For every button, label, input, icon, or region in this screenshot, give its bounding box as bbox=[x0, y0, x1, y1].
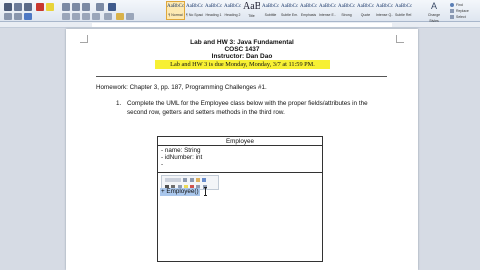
styles-gallery: AaBbCcDc ¶ Normal AaBbCcDc ¶ No Spaci...… bbox=[166, 1, 420, 20]
style-sample: AaBbCc bbox=[205, 4, 222, 9]
underline-icon[interactable] bbox=[24, 3, 32, 11]
style-sample: AaBbCcDc bbox=[319, 4, 336, 9]
shading-icon[interactable] bbox=[116, 13, 124, 20]
replace-icon bbox=[450, 9, 454, 13]
style-sample: AaBbCcDc bbox=[281, 4, 298, 9]
uml-field-id: - idNumber: int bbox=[161, 154, 203, 161]
style-name: Intense Q... bbox=[376, 13, 393, 17]
numbering-icon[interactable] bbox=[72, 3, 80, 11]
doc-title: Lab and HW 3: Java Fundamental bbox=[190, 39, 294, 46]
indent-icon[interactable] bbox=[82, 3, 90, 11]
find-icon bbox=[450, 3, 454, 7]
style-name: Subtle Ref... bbox=[395, 13, 412, 17]
find-label: Find bbox=[456, 3, 463, 7]
borders-icon[interactable] bbox=[126, 13, 134, 20]
uml-table[interactable]: Employee - name: String - idNumber: int … bbox=[157, 136, 323, 262]
list-item-text: Complete the UML for the Employee class … bbox=[127, 100, 368, 116]
style-sample: AaBbCc bbox=[224, 4, 241, 9]
style-title[interactable]: AaB Title bbox=[242, 1, 261, 20]
style-sample: AaBbCcDc bbox=[376, 4, 393, 9]
style-heading-1[interactable]: AaBbCc Heading 1 bbox=[204, 1, 223, 20]
horizontal-ruler[interactable] bbox=[0, 22, 480, 28]
style-subtle-emphasis[interactable]: AaBbCcDc Subtle Em... bbox=[280, 1, 299, 20]
format-painter-icon[interactable] bbox=[195, 177, 200, 182]
style-name: ¶ Normal bbox=[168, 13, 183, 17]
homework-line: Homework: Chapter 3, pp. 187, Programmin… bbox=[96, 84, 267, 91]
style-sample: AaBbCcDc bbox=[338, 4, 355, 9]
ribbon: AaBbCcDc ¶ Normal AaBbCcDc ¶ No Spaci...… bbox=[0, 0, 480, 23]
style-sample: AaBbCcDc bbox=[300, 4, 317, 9]
style-sample: AaBbCcDc bbox=[357, 4, 374, 9]
uml-class-name[interactable]: Employee bbox=[158, 137, 322, 146]
sort-icon[interactable] bbox=[96, 3, 104, 11]
style-name: Emphasis bbox=[300, 13, 317, 17]
doc-course: COSC 1437 bbox=[224, 46, 260, 53]
selected-method-text[interactable]: + Employee() bbox=[160, 188, 200, 196]
style-name: ¶ No Spaci... bbox=[186, 13, 203, 17]
style-sample: AaBbCcDc bbox=[395, 4, 412, 9]
style-name: Title bbox=[248, 14, 255, 18]
grow-font-icon[interactable] bbox=[183, 177, 188, 182]
style-heading-2[interactable]: AaBbCc Heading 2 bbox=[223, 1, 242, 20]
select-button[interactable]: Select bbox=[450, 14, 476, 20]
change-styles-button[interactable]: A Change Styles bbox=[424, 1, 444, 23]
style-sample: AaBbCc. bbox=[262, 4, 279, 9]
uml-field-empty: - bbox=[161, 161, 164, 168]
select-icon bbox=[450, 15, 454, 19]
replace-label: Replace bbox=[456, 9, 469, 13]
style-sample: AaB bbox=[243, 2, 260, 12]
due-date-highlight: Lab and HW 3 is due Monday, Monday, 3/7 … bbox=[155, 60, 330, 69]
style-name: Subtitle bbox=[264, 13, 277, 17]
change-styles-icon: A bbox=[430, 1, 437, 11]
font-size-icon[interactable] bbox=[165, 177, 181, 182]
font-color-icon[interactable] bbox=[36, 3, 44, 11]
style-sample: AaBbCcDc bbox=[167, 4, 184, 9]
uml-fields-cell[interactable]: - name: String - idNumber: int - bbox=[158, 146, 322, 173]
italic-icon[interactable] bbox=[14, 3, 22, 11]
text-cursor-icon bbox=[204, 187, 207, 196]
style-name: Intense E... bbox=[319, 13, 336, 17]
styles-icon[interactable] bbox=[202, 177, 207, 182]
style-quote[interactable]: AaBbCcDc Quote bbox=[356, 1, 375, 20]
style-strong[interactable]: AaBbCcDc Strong bbox=[337, 1, 356, 20]
style-sample: AaBbCcDc bbox=[186, 4, 203, 9]
style-emphasis[interactable]: AaBbCcDc Emphasis bbox=[299, 1, 318, 20]
align-right-icon[interactable] bbox=[82, 13, 90, 20]
superscript-icon[interactable] bbox=[14, 13, 22, 20]
ruler-text-area bbox=[92, 23, 392, 27]
shrink-font-icon[interactable] bbox=[189, 177, 194, 182]
uml-methods-cell[interactable]: + Employee() bbox=[158, 173, 322, 261]
bold-icon[interactable] bbox=[4, 3, 12, 11]
document-page[interactable]: Lab and HW 3: Java Fundamental COSC 1437… bbox=[66, 29, 418, 270]
style-intense-emphasis[interactable]: AaBbCcDc Intense E... bbox=[318, 1, 337, 20]
doc-instructor: Instructor: Dan Dao bbox=[211, 53, 273, 60]
list-item-number: 1. bbox=[116, 100, 122, 107]
select-label: Select bbox=[456, 15, 466, 19]
text-effects-icon[interactable] bbox=[24, 13, 32, 20]
horizontal-rule bbox=[96, 76, 387, 77]
align-center-icon[interactable] bbox=[72, 13, 80, 20]
style-normal[interactable]: AaBbCcDc ¶ Normal bbox=[166, 1, 185, 20]
font-paragraph-tools bbox=[2, 1, 162, 20]
align-left-icon[interactable] bbox=[62, 13, 70, 20]
editing-group: Find Replace Select bbox=[450, 2, 476, 20]
line-spacing-icon[interactable] bbox=[104, 13, 112, 20]
style-name: Subtle Em... bbox=[281, 13, 298, 17]
style-name: Heading 2 bbox=[224, 13, 241, 17]
style-subtitle[interactable]: AaBbCc. Subtitle bbox=[261, 1, 280, 20]
style-name: Strong bbox=[341, 13, 352, 17]
highlight-icon[interactable] bbox=[46, 3, 54, 11]
style-name: Quote bbox=[360, 13, 371, 17]
subscript-icon[interactable] bbox=[4, 13, 12, 20]
mini-toolbar-row-1 bbox=[164, 177, 207, 183]
uml-field-name: - name: String bbox=[161, 147, 201, 154]
justify-icon[interactable] bbox=[92, 13, 100, 20]
style-intense-quote[interactable]: AaBbCcDc Intense Q... bbox=[375, 1, 394, 20]
style-no-spacing[interactable]: AaBbCcDc ¶ No Spaci... bbox=[185, 1, 204, 20]
show-marks-icon[interactable] bbox=[108, 3, 116, 11]
bullets-icon[interactable] bbox=[62, 3, 70, 11]
style-subtle-reference[interactable]: AaBbCcDc Subtle Ref... bbox=[394, 1, 413, 20]
style-name: Heading 1 bbox=[205, 13, 222, 17]
